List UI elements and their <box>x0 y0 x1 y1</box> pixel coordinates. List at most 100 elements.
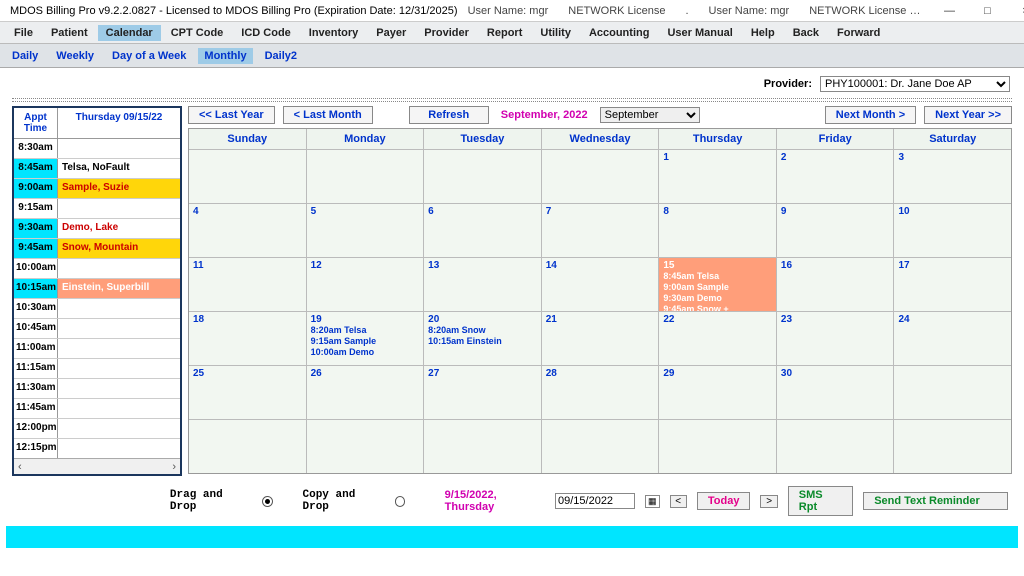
last-month-button[interactable]: < Last Month <box>283 106 373 124</box>
appt-slot[interactable]: 8:45amTelsa, NoFault <box>14 159 180 179</box>
calendar-cell[interactable]: 12 <box>307 257 425 311</box>
calendar-cell[interactable]: 3 <box>894 149 1011 203</box>
next-day-button[interactable]: > <box>760 495 777 508</box>
copy-drop-radio[interactable] <box>395 496 406 507</box>
cal-event[interactable]: 9:45am Snow + <box>663 304 772 311</box>
calendar-cell[interactable]: 208:20am Snow10:15am Einstein <box>424 311 542 365</box>
menu-back[interactable]: Back <box>785 25 827 41</box>
appt-slot[interactable]: 10:45am <box>14 319 180 339</box>
appt-slot[interactable]: 9:30amDemo, Lake <box>14 219 180 239</box>
menu-inventory[interactable]: Inventory <box>301 25 367 41</box>
calendar-cell[interactable] <box>542 419 660 473</box>
calendar-cell[interactable]: 26 <box>307 365 425 419</box>
date-input[interactable] <box>555 493 635 509</box>
cal-event[interactable]: 10:15am Einstein <box>428 336 537 347</box>
calendar-cell[interactable] <box>307 419 425 473</box>
maximize-button[interactable]: □ <box>968 1 1006 21</box>
calendar-cell[interactable] <box>659 419 777 473</box>
calendar-cell[interactable]: 16 <box>777 257 895 311</box>
appt-slot[interactable]: 11:30am <box>14 379 180 399</box>
calendar-cell[interactable]: 5 <box>307 203 425 257</box>
calendar-cell[interactable]: 198:20am Telsa9:15am Sample10:00am Demo <box>307 311 425 365</box>
menu-forward[interactable]: Forward <box>829 25 888 41</box>
calendar-cell[interactable]: 17 <box>894 257 1011 311</box>
calendar-cell[interactable]: 18 <box>189 311 307 365</box>
calendar-cell[interactable]: 9 <box>777 203 895 257</box>
appt-slot[interactable]: 12:00pm <box>14 419 180 439</box>
horiz-scrollbar[interactable]: ‹› <box>14 458 180 474</box>
view-monthly[interactable]: Monthly <box>198 48 252 64</box>
menu-utility[interactable]: Utility <box>532 25 579 41</box>
calendar-cell[interactable] <box>894 419 1011 473</box>
view-daily2[interactable]: Daily2 <box>259 48 303 64</box>
calendar-cell[interactable]: 27 <box>424 365 542 419</box>
calendar-cell[interactable]: 29 <box>659 365 777 419</box>
cal-event[interactable]: 8:20am Telsa <box>311 325 420 336</box>
appt-slot[interactable]: 10:15amEinstein, Superbill <box>14 279 180 299</box>
calendar-cell[interactable] <box>424 149 542 203</box>
calendar-cell[interactable] <box>894 365 1011 419</box>
calendar-cell[interactable]: 8 <box>659 203 777 257</box>
calendar-cell[interactable]: 22 <box>659 311 777 365</box>
calendar-cell[interactable]: 30 <box>777 365 895 419</box>
sms-report-button[interactable]: SMS Rpt <box>788 486 853 516</box>
calendar-cell[interactable]: 24 <box>894 311 1011 365</box>
calendar-cell[interactable] <box>189 419 307 473</box>
prev-day-button[interactable]: < <box>670 495 687 508</box>
datepicker-icon[interactable]: ▦ <box>645 495 660 508</box>
view-daily[interactable]: Daily <box>6 48 44 64</box>
calendar-cell[interactable] <box>542 149 660 203</box>
calendar-cell[interactable]: 14 <box>542 257 660 311</box>
calendar-cell[interactable]: 25 <box>189 365 307 419</box>
menu-accounting[interactable]: Accounting <box>581 25 658 41</box>
next-month-button[interactable]: Next Month > <box>825 106 916 124</box>
send-text-reminder-button[interactable]: Send Text Reminder <box>863 492 1008 510</box>
calendar-cell[interactable]: 23 <box>777 311 895 365</box>
cal-event[interactable]: 8:20am Snow <box>428 325 537 336</box>
cal-event[interactable]: 9:00am Sample <box>663 282 772 293</box>
calendar-cell[interactable] <box>307 149 425 203</box>
calendar-cell[interactable]: 11 <box>189 257 307 311</box>
menu-icd-code[interactable]: ICD Code <box>233 25 299 41</box>
appt-slot[interactable]: 9:15am <box>14 199 180 219</box>
close-button[interactable]: × <box>1006 1 1024 21</box>
calendar-cell[interactable]: 6 <box>424 203 542 257</box>
today-button[interactable]: Today <box>697 492 751 510</box>
next-year-button[interactable]: Next Year >> <box>924 106 1012 124</box>
drag-drop-radio[interactable] <box>262 496 273 507</box>
calendar-cell[interactable]: 2 <box>777 149 895 203</box>
calendar-cell[interactable]: 1 <box>659 149 777 203</box>
appt-slot[interactable]: 10:30am <box>14 299 180 319</box>
appt-slot[interactable]: 10:00am <box>14 259 180 279</box>
menu-user-manual[interactable]: User Manual <box>659 25 740 41</box>
appt-slot[interactable]: 9:00amSample, Suzie <box>14 179 180 199</box>
menu-payer[interactable]: Payer <box>368 25 414 41</box>
slot-list[interactable]: 8:30am8:45amTelsa, NoFault9:00amSample, … <box>14 139 180 458</box>
last-year-button[interactable]: << Last Year <box>188 106 275 124</box>
cal-event[interactable]: 10:00am Demo <box>311 347 420 358</box>
menu-patient[interactable]: Patient <box>43 25 96 41</box>
appt-slot[interactable]: 9:45amSnow, Mountain <box>14 239 180 259</box>
calendar-cell[interactable] <box>777 419 895 473</box>
minimize-button[interactable]: — <box>930 1 968 21</box>
appt-slot[interactable]: 8:30am <box>14 139 180 159</box>
appt-slot[interactable]: 11:45am <box>14 399 180 419</box>
calendar-cell[interactable]: 158:45am Telsa9:00am Sample9:30am Demo9:… <box>659 257 777 311</box>
calendar-cell[interactable]: 4 <box>189 203 307 257</box>
calendar-cell[interactable]: 13 <box>424 257 542 311</box>
menu-calendar[interactable]: Calendar <box>98 25 161 41</box>
calendar-cell[interactable] <box>189 149 307 203</box>
cal-event[interactable]: 9:15am Sample <box>311 336 420 347</box>
calendar-cell[interactable]: 28 <box>542 365 660 419</box>
cal-event[interactable]: 8:45am Telsa <box>663 271 772 282</box>
calendar-cell[interactable] <box>424 419 542 473</box>
menu-provider[interactable]: Provider <box>416 25 477 41</box>
month-select[interactable]: September <box>600 107 700 123</box>
provider-select[interactable]: PHY100001: Dr. Jane Doe AP <box>820 76 1010 92</box>
menu-file[interactable]: File <box>6 25 41 41</box>
view-weekly[interactable]: Weekly <box>50 48 100 64</box>
menu-cpt-code[interactable]: CPT Code <box>163 25 232 41</box>
cal-event[interactable]: 9:30am Demo <box>663 293 772 304</box>
calendar-cell[interactable]: 21 <box>542 311 660 365</box>
view-day-of-a-week[interactable]: Day of a Week <box>106 48 192 64</box>
